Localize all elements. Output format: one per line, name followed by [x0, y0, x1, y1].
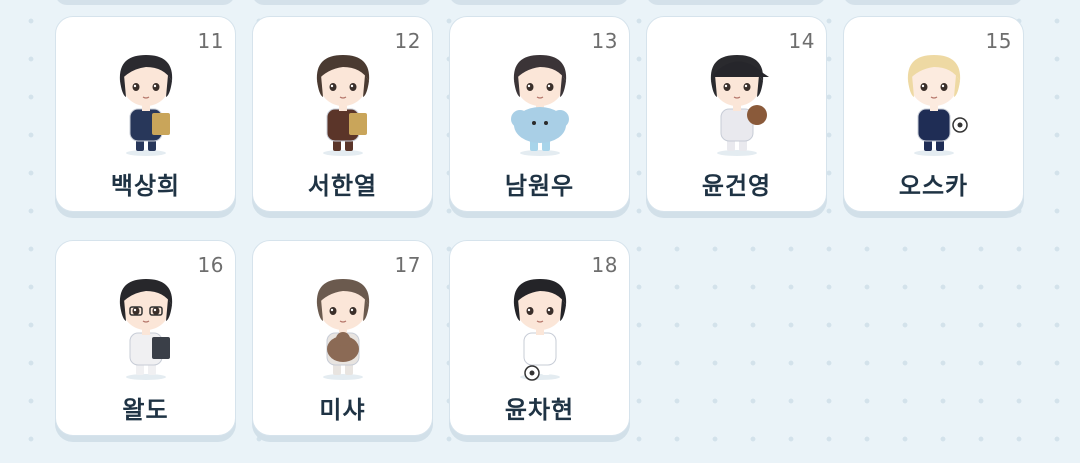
character-avatar: [297, 269, 389, 381]
character-name: 백상희: [110, 172, 181, 200]
character-grid: 11 백상희 12 서한열 13 남원우 14 윤건영 15 오스카 16 왈도…: [55, 16, 1024, 436]
character-avatar: [297, 45, 389, 157]
character-name: 오스카: [898, 172, 969, 200]
character-number: 16: [197, 253, 224, 277]
character-avatar: [100, 45, 192, 157]
character-card[interactable]: 16 왈도: [55, 240, 236, 436]
character-number: 14: [788, 29, 815, 53]
character-number: 13: [591, 29, 618, 53]
character-name: 윤차현: [504, 396, 575, 424]
character-avatar: [888, 45, 980, 157]
character-avatar: [100, 269, 192, 381]
character-card[interactable]: 18 윤차현: [449, 240, 630, 436]
character-name: 남원우: [504, 172, 575, 200]
character-number: 17: [394, 253, 421, 277]
character-name: 윤건영: [701, 172, 772, 200]
character-card[interactable]: 14 윤건영: [646, 16, 827, 212]
character-number: 15: [985, 29, 1012, 53]
character-avatar: [494, 45, 586, 157]
character-number: 11: [197, 29, 224, 53]
character-name: 미샤: [319, 396, 366, 424]
character-card[interactable]: 17 미샤: [252, 240, 433, 436]
character-avatar: [691, 45, 783, 157]
character-avatar: [494, 269, 586, 381]
character-card[interactable]: 12 서한열: [252, 16, 433, 212]
character-card[interactable]: 11 백상희: [55, 16, 236, 212]
character-number: 18: [591, 253, 618, 277]
character-name: 왈도: [122, 396, 169, 424]
character-number: 12: [394, 29, 421, 53]
character-card[interactable]: 13 남원우: [449, 16, 630, 212]
character-card[interactable]: 15 오스카: [843, 16, 1024, 212]
character-name: 서한열: [307, 172, 378, 200]
